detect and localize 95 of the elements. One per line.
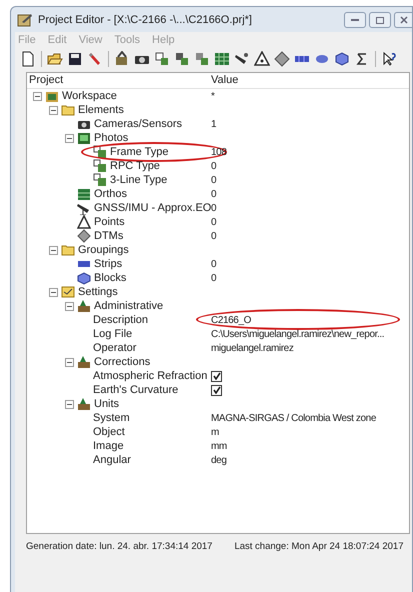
photos-icon (77, 131, 91, 145)
maximize-icon (376, 16, 384, 24)
tree-item[interactable]: Object (93, 424, 125, 440)
tree-item[interactable]: Blocks (94, 270, 126, 286)
value-text: C:\Users\miguelangel.ramirez\new_repor... (211, 328, 384, 342)
tree-item[interactable]: Angular (93, 452, 131, 468)
settings-icon (61, 285, 75, 299)
tree-item[interactable]: Settings (78, 284, 118, 300)
satellite-icon[interactable] (234, 51, 250, 67)
tree-item[interactable]: Atmospheric Refraction (93, 368, 208, 384)
tree-item[interactable]: Elements (78, 102, 124, 118)
tree-item[interactable]: DTMs (94, 228, 124, 244)
frame-icon[interactable] (154, 51, 170, 67)
folder-icon (61, 243, 75, 257)
value-text: 0 (211, 230, 216, 244)
grid-icon[interactable] (214, 51, 230, 67)
frame-icon[interactable] (194, 51, 210, 67)
tree-item[interactable]: GNSS/IMU - Approx.EO (94, 200, 212, 216)
tree-item[interactable]: Orthos (94, 186, 128, 202)
collapse-toggle[interactable] (65, 134, 74, 142)
tree-item[interactable]: Log File (93, 326, 132, 342)
tree-item[interactable]: Frame Type (110, 144, 168, 160)
collapse-toggle[interactable] (49, 288, 58, 296)
value-text: * (211, 90, 214, 104)
value-text: 0 (211, 174, 216, 188)
tree-item[interactable]: Corrections (94, 354, 150, 370)
tools-icon (77, 397, 91, 411)
triangle-icon (77, 215, 91, 229)
minimize-button[interactable] (344, 12, 366, 28)
status-text: Generation date: lun. 24. abr. 17:34:14 2017 (26, 540, 212, 554)
collapse-toggle[interactable] (65, 400, 74, 408)
tree-item[interactable]: Image (93, 438, 124, 454)
diamond-icon (77, 229, 91, 243)
frame-icon (93, 173, 107, 187)
tree-item[interactable]: Earth's Curvature (93, 382, 178, 398)
grid-icon (77, 187, 91, 201)
folder-icon (61, 103, 75, 117)
tree-item[interactable]: Groupings (78, 242, 129, 258)
tree-item[interactable]: 3-Line Type (110, 172, 168, 188)
value-text: 0 (211, 258, 216, 272)
status-text: Last change: Mon Apr 24 18:07:24 2017 (234, 540, 404, 554)
save-icon[interactable] (67, 51, 83, 67)
close-icon (400, 16, 408, 24)
value-text: 0 (211, 160, 216, 174)
tree-item[interactable]: Administrative (94, 298, 164, 314)
tools-icon (77, 355, 91, 369)
minimize-icon (351, 18, 359, 22)
collapse-toggle[interactable] (49, 246, 58, 254)
tree-item[interactable]: Cameras/Sensors (94, 116, 182, 132)
value-text: 0 (211, 202, 216, 216)
tree-item[interactable]: RPC Type (110, 158, 160, 174)
tree-item[interactable]: Units (94, 396, 120, 412)
open-folder-icon[interactable] (47, 51, 63, 67)
blocks-icon (77, 271, 91, 285)
column-header[interactable]: Project (27, 72, 210, 88)
tree-item[interactable]: System (93, 410, 130, 426)
satellite-icon (77, 201, 91, 215)
frame-icon (93, 159, 107, 173)
collapse-toggle[interactable] (49, 106, 58, 114)
column-header[interactable]: Value (210, 72, 238, 88)
value-text: deg (211, 454, 226, 468)
tree-item[interactable]: Photos (94, 130, 128, 146)
frame-icon (93, 145, 107, 159)
collapse-toggle[interactable] (65, 358, 74, 366)
tree-item[interactable]: Operator (93, 340, 136, 356)
value-text: C2166_O (211, 314, 252, 328)
collapse-toggle[interactable] (65, 302, 74, 310)
new-file-icon[interactable] (20, 51, 36, 67)
maximize-button[interactable] (369, 12, 391, 28)
value-text: 0 (211, 272, 216, 286)
window-title: Project Editor - [X:\C-2166 -\...\C2166O.prj*] (38, 12, 252, 28)
value-text: 0 (211, 188, 216, 202)
value-text: mm (211, 440, 227, 454)
tree-item[interactable]: Points (94, 214, 125, 230)
tools-icon (77, 299, 91, 313)
diamond-icon[interactable] (274, 51, 290, 67)
value-text: 1 (211, 118, 216, 132)
checkbox[interactable] (211, 370, 222, 382)
tree-item[interactable]: Description (93, 312, 148, 328)
workspace-icon (45, 89, 59, 103)
frame-icon[interactable] (174, 51, 190, 67)
value-text: m (211, 426, 219, 440)
tree-item[interactable]: Strips (94, 256, 122, 272)
value-text: miguelangel.ramirez (211, 342, 294, 356)
value-text: 0 (211, 216, 216, 230)
checkbox[interactable] (211, 384, 222, 396)
help-pointer-icon[interactable] (381, 51, 397, 67)
collapse-toggle[interactable] (33, 92, 42, 100)
triangle-icon[interactable] (254, 51, 270, 67)
blocks-icon[interactable] (334, 51, 350, 67)
eraser-icon[interactable] (87, 51, 103, 67)
app-icon (17, 13, 33, 27)
close-button[interactable] (394, 12, 412, 28)
tree-item[interactable]: Workspace (62, 88, 117, 104)
value-text: MAGNA-SIRGAS / Colombia West zone (211, 412, 376, 426)
